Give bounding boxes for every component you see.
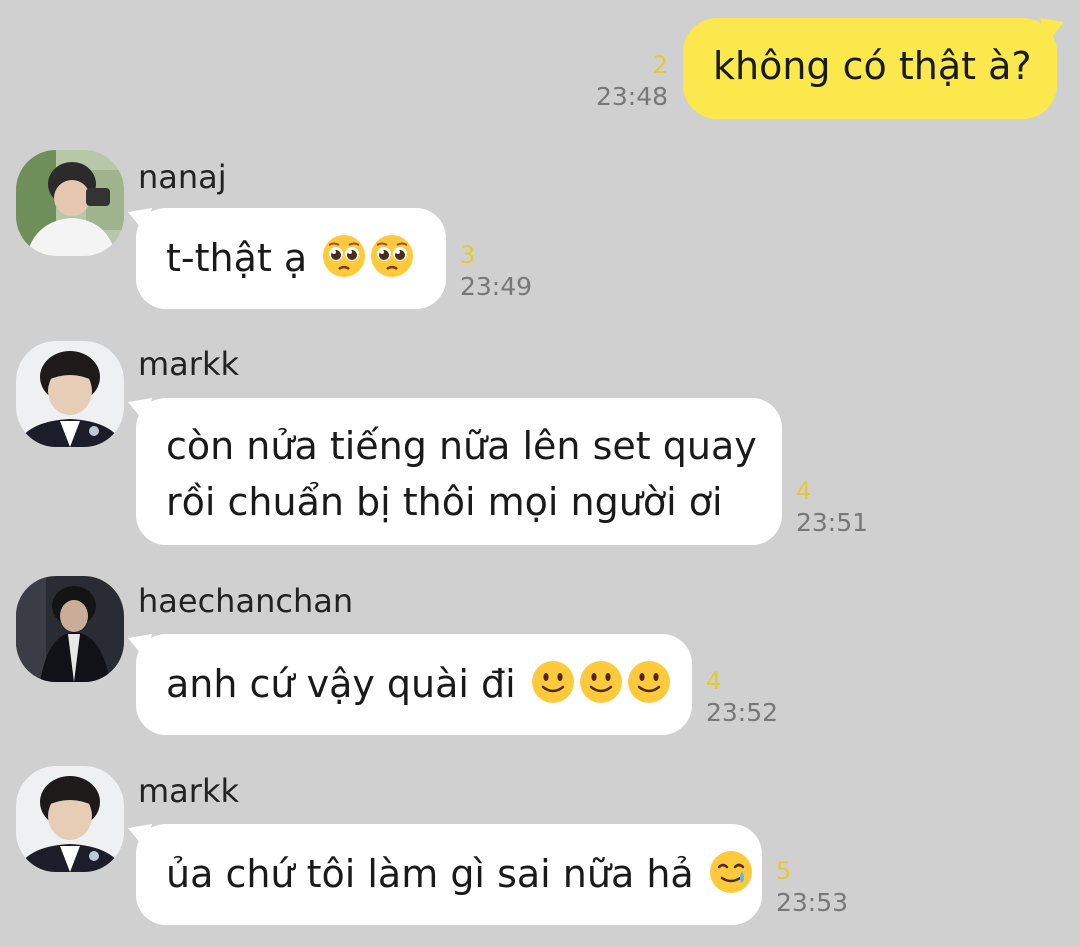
- message-bubble[interactable]: không có thật à?: [683, 18, 1057, 119]
- message-text: anh cứ vậy quài đi: [166, 662, 516, 706]
- avatar-photo: [16, 576, 124, 682]
- avatar[interactable]: [16, 766, 124, 872]
- avatar[interactable]: [16, 341, 124, 447]
- message-bubble[interactable]: ủa chứ tôi làm gì sai nữa hả: [136, 824, 762, 925]
- message-time: 23:48: [595, 82, 668, 111]
- bubble-tail: [1040, 18, 1064, 44]
- message-time: 23:52: [706, 698, 779, 727]
- avatar[interactable]: [16, 576, 124, 682]
- message-text-line: rồi chuẩn bị thôi mọi người ơi: [166, 480, 723, 524]
- sender-name: nanaj: [138, 158, 227, 196]
- unread-count: 4: [706, 667, 722, 695]
- avatar-photo: [16, 150, 124, 256]
- avatar-photo: [16, 766, 124, 872]
- pleading-face-icon: [321, 233, 367, 279]
- message-meta: 4 23:52: [706, 666, 778, 730]
- slightly-smiling-face-icon: [626, 659, 672, 705]
- unread-count: 5: [776, 857, 792, 885]
- message-bubble[interactable]: còn nửa tiếng nữa lên set quay rồi chuẩn…: [136, 398, 782, 545]
- message-time: 23:51: [796, 508, 869, 537]
- smiling-face-with-tear-icon: [708, 849, 754, 895]
- sender-name: haechanchan: [138, 582, 354, 620]
- message-meta: 4 23:51: [796, 476, 868, 540]
- message-text: không có thật à?: [713, 44, 1032, 88]
- slightly-smiling-face-icon: [530, 659, 576, 705]
- message-text-line: còn nửa tiếng nữa lên set quay: [166, 424, 757, 468]
- avatar-photo: [16, 341, 124, 447]
- message-meta: 2 23:48: [560, 50, 668, 114]
- sender-name: markk: [138, 772, 239, 810]
- unread-count: 2: [652, 51, 668, 79]
- message-bubble[interactable]: t-thật ạ: [136, 208, 446, 309]
- avatar[interactable]: [16, 150, 124, 256]
- unread-count: 4: [796, 477, 812, 505]
- message-time: 23:49: [460, 272, 533, 301]
- pleading-face-icon: [369, 233, 415, 279]
- unread-count: 3: [460, 241, 476, 269]
- message-time: 23:53: [776, 888, 849, 917]
- sender-name: markk: [138, 345, 239, 383]
- slightly-smiling-face-icon: [578, 659, 624, 705]
- message-meta: 3 23:49: [460, 240, 532, 304]
- message-text: t-thật ạ: [166, 236, 308, 280]
- message-bubble[interactable]: anh cứ vậy quài đi: [136, 634, 692, 735]
- message-meta: 5 23:53: [776, 856, 848, 920]
- message-text: ủa chứ tôi làm gì sai nữa hả: [166, 852, 694, 896]
